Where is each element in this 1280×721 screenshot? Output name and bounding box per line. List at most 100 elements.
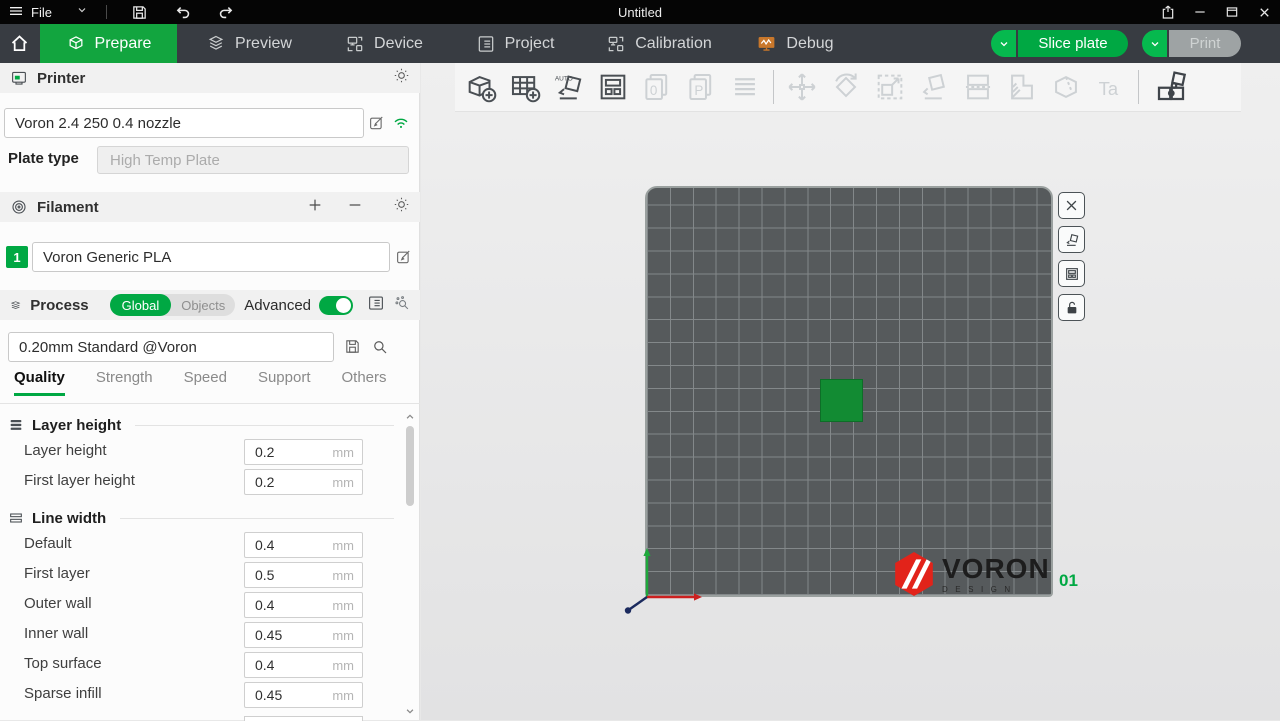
add-filament-icon[interactable]: [307, 197, 323, 218]
tab-prepare[interactable]: Prepare: [40, 24, 177, 63]
lay-on-face-button[interactable]: [912, 65, 956, 109]
auto-orient-button[interactable]: AUTO: [547, 65, 591, 109]
tab-debug[interactable]: Debug: [735, 24, 855, 63]
add-object-button[interactable]: [459, 65, 503, 109]
tab-support[interactable]: Support: [258, 369, 311, 396]
default-line-width-input[interactable]: 0.4 mm: [244, 532, 363, 558]
scope-objects-option[interactable]: Objects: [171, 294, 235, 316]
variable-layer-height-button[interactable]: [1000, 65, 1044, 109]
debug-icon: [756, 33, 777, 54]
search-settings-icon[interactable]: [393, 294, 410, 316]
save-preset-icon[interactable]: [344, 338, 361, 360]
arrange-icon: [1064, 266, 1080, 282]
assembly-button[interactable]: [1149, 65, 1193, 109]
tab-project[interactable]: Project: [447, 24, 583, 63]
copy-button[interactable]: 0: [635, 65, 679, 109]
layer-height-input[interactable]: 0.2 mm: [244, 439, 363, 465]
setting-row: Inner wall 0.45 mm: [8, 622, 404, 648]
arrange-plate-button[interactable]: [1058, 260, 1085, 287]
partially-visible-input[interactable]: [244, 716, 363, 721]
tab-speed[interactable]: Speed: [184, 369, 227, 396]
setting-value: 0.4: [245, 597, 274, 613]
minimize-icon: [1193, 5, 1207, 19]
scroll-up-arrow[interactable]: [403, 410, 417, 424]
printer-section-title: Printer: [37, 70, 85, 87]
paste-button[interactable]: P: [679, 65, 723, 109]
plate-action-buttons: [1058, 192, 1085, 321]
add-plate-icon: [508, 70, 542, 104]
scrollbar-thumb[interactable]: [406, 426, 414, 506]
line-width-icon: [8, 510, 24, 526]
rotate-button[interactable]: [824, 65, 868, 109]
title-bar: File Untitled: [0, 0, 1280, 24]
move-button[interactable]: [780, 65, 824, 109]
search-preset-icon[interactable]: [371, 338, 389, 361]
tab-strength[interactable]: Strength: [96, 369, 153, 396]
tab-quality[interactable]: Quality: [14, 369, 65, 396]
setting-value: 0.5: [245, 567, 274, 583]
cut-button[interactable]: [1044, 65, 1088, 109]
lock-plate-button[interactable]: [1058, 294, 1085, 321]
outer-wall-line-width-input[interactable]: 0.4 mm: [244, 592, 363, 618]
slice-split-button: Slice plate: [991, 30, 1128, 57]
redo-button[interactable]: [211, 0, 241, 24]
scale-button[interactable]: [868, 65, 912, 109]
tab-calibration[interactable]: Calibration: [583, 24, 735, 63]
undo-button[interactable]: [169, 0, 199, 24]
svg-text:AUTO: AUTO: [555, 76, 573, 83]
filament-settings-gear-icon[interactable]: [393, 196, 410, 218]
print-button[interactable]: Print: [1169, 30, 1241, 57]
lock-open-icon: [1064, 300, 1080, 316]
first-layer-line-width-input[interactable]: 0.5 mm: [244, 562, 363, 588]
home-button[interactable]: [0, 24, 38, 63]
top-surface-line-width-input[interactable]: 0.4 mm: [244, 652, 363, 678]
advanced-toggle[interactable]: [319, 296, 353, 315]
model-cube[interactable]: [820, 379, 863, 422]
file-menu[interactable]: File: [8, 3, 52, 22]
close-button[interactable]: [1248, 0, 1280, 24]
scope-global-option[interactable]: Global: [110, 294, 172, 316]
plate-type-select[interactable]: High Temp Plate: [97, 146, 409, 174]
printer-connection-wifi-icon[interactable]: [392, 114, 410, 137]
settings-scrollbar[interactable]: [403, 410, 417, 720]
scroll-down-arrow[interactable]: [403, 704, 417, 718]
print-options-chevron[interactable]: [1142, 30, 1167, 57]
close-icon: [1257, 5, 1272, 20]
setting-value: 0.4: [245, 657, 274, 673]
auto-orient-plate-button[interactable]: [1058, 226, 1085, 253]
printer-icon: [10, 69, 28, 87]
text-tool-button[interactable]: Ta: [1088, 65, 1132, 109]
slice-options-chevron[interactable]: [991, 30, 1016, 57]
split-icon: [961, 70, 995, 104]
tab-device[interactable]: Device: [321, 24, 447, 63]
tab-others[interactable]: Others: [342, 369, 387, 396]
tab-preview[interactable]: Preview: [177, 24, 321, 63]
split-button[interactable]: [956, 65, 1000, 109]
process-preset-select[interactable]: 0.20mm Standard @Voron: [8, 332, 334, 362]
filament-edit-icon[interactable]: [395, 248, 413, 271]
delete-plate-button[interactable]: [1058, 192, 1085, 219]
minimize-button[interactable]: [1184, 0, 1216, 24]
setting-row: Layer height 0.2 mm: [8, 439, 404, 465]
layer-height-section-header: Layer height: [8, 411, 404, 439]
printer-edit-icon[interactable]: [368, 114, 386, 137]
first-layer-height-input[interactable]: 0.2 mm: [244, 469, 363, 495]
add-plate-button[interactable]: [503, 65, 547, 109]
filament-preset-select[interactable]: Voron Generic PLA: [32, 242, 390, 272]
printer-settings-gear-icon[interactable]: [393, 67, 410, 89]
options-list-icon[interactable]: [367, 294, 385, 317]
layers-button[interactable]: [723, 65, 767, 109]
maximize-button[interactable]: [1216, 0, 1248, 24]
setting-value: 0.2: [245, 444, 274, 460]
printer-preset-select[interactable]: Voron 2.4 250 0.4 nozzle: [4, 108, 364, 138]
undo-icon: [175, 4, 192, 21]
slice-plate-button[interactable]: Slice plate: [1018, 30, 1128, 57]
tab-preview-label: Preview: [235, 35, 292, 53]
save-button[interactable]: [125, 0, 155, 24]
remove-filament-icon[interactable]: [347, 197, 363, 218]
sparse-infill-line-width-input[interactable]: 0.45 mm: [244, 682, 363, 708]
inner-wall-line-width-input[interactable]: 0.45 mm: [244, 622, 363, 648]
arrange-button[interactable]: [591, 65, 635, 109]
share-button[interactable]: [1152, 0, 1184, 24]
file-menu-chevron[interactable]: [76, 3, 88, 21]
